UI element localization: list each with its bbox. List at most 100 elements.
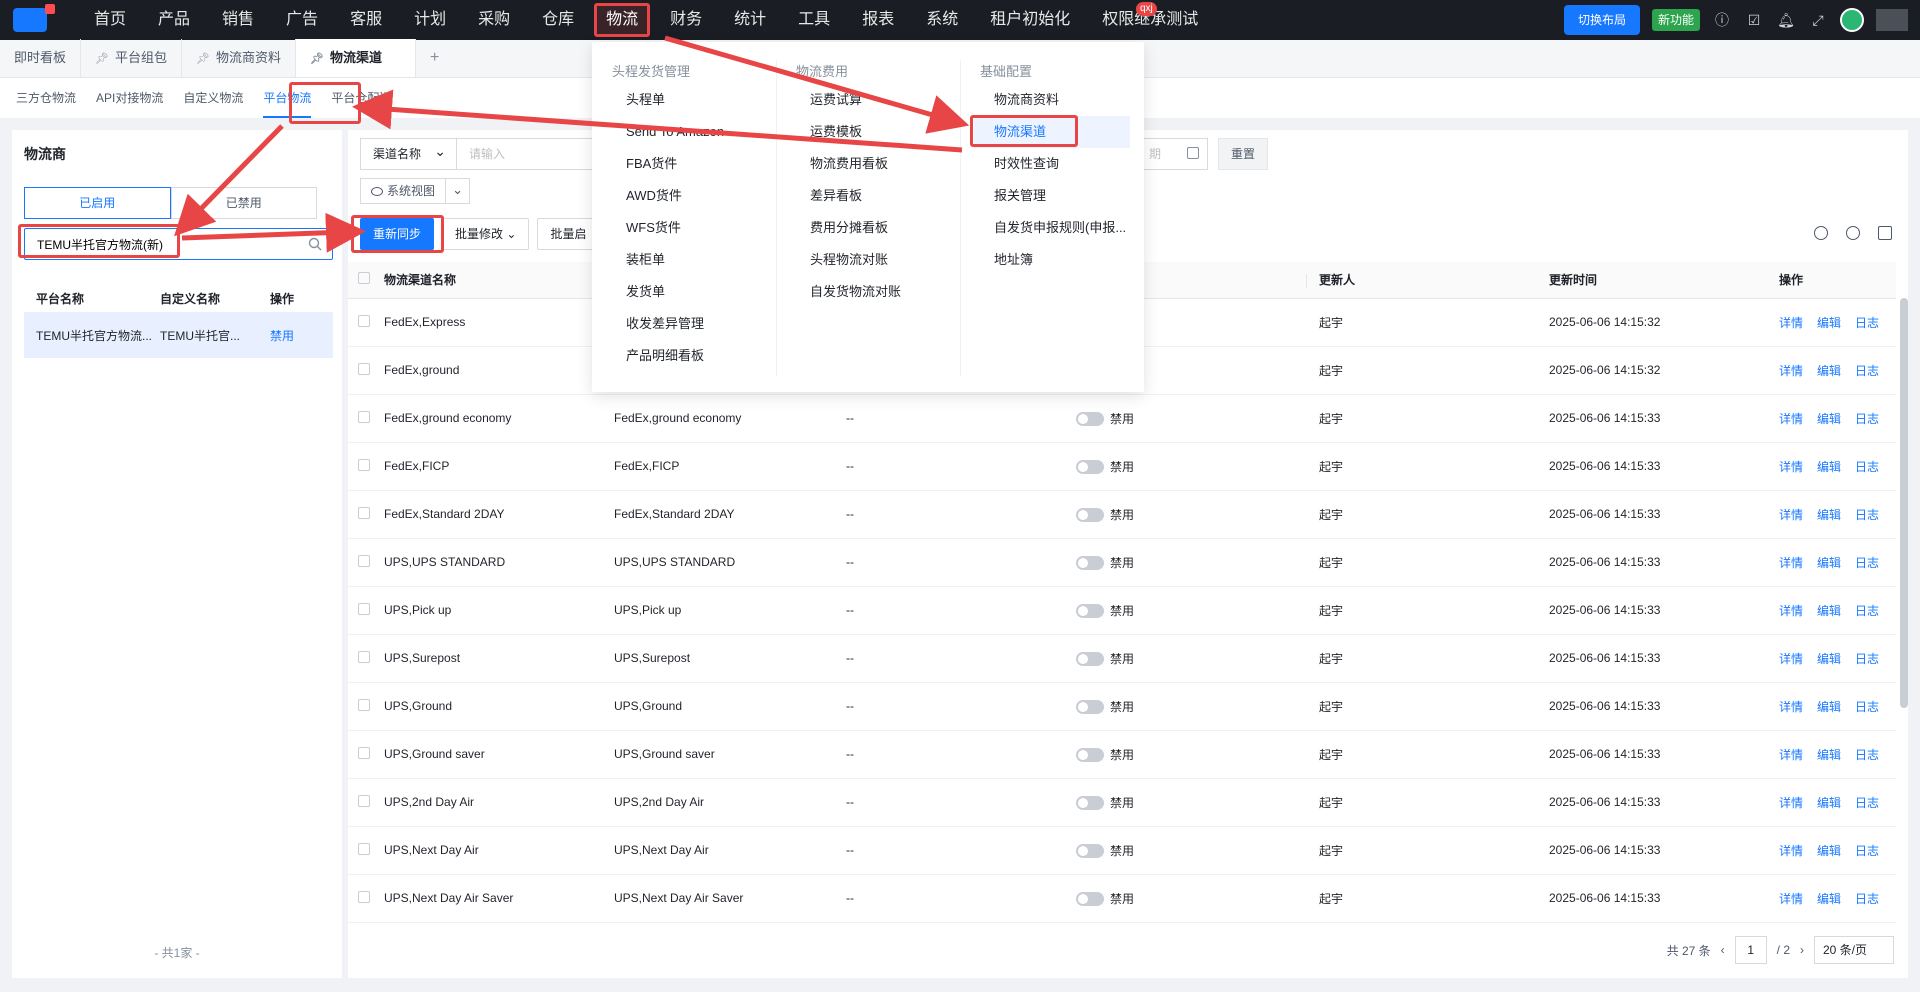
nav-item-sales[interactable]: 销售 <box>206 0 270 40</box>
menu-item-diff-mgmt[interactable]: 收发差异管理 <box>592 308 776 340</box>
edit-link[interactable]: 编辑 <box>1817 748 1841 762</box>
disable-link[interactable]: 禁用 <box>264 327 324 344</box>
row-checkbox[interactable] <box>358 698 370 711</box>
nav-item-plan[interactable]: 计划 <box>398 0 462 40</box>
log-link[interactable]: 日志 <box>1855 412 1879 426</box>
nav-item-tools[interactable]: 工具 <box>782 0 846 40</box>
row-checkbox[interactable] <box>358 554 370 567</box>
pin-icon[interactable]: 📌︎ <box>95 53 109 65</box>
nav-item-purchase[interactable]: 采购 <box>462 0 526 40</box>
menu-item-customs[interactable]: 报关管理 <box>960 180 1144 212</box>
row-checkbox[interactable] <box>358 890 370 903</box>
nav-item-service[interactable]: 客服 <box>334 0 398 40</box>
log-link[interactable]: 日志 <box>1855 892 1879 906</box>
edit-link[interactable]: 编辑 <box>1817 844 1841 858</box>
book-icon[interactable] <box>1878 226 1892 240</box>
menu-item-first-leg-recon[interactable]: 头程物流对账 <box>776 244 960 276</box>
detail-link[interactable]: 详情 <box>1779 508 1803 522</box>
edit-link[interactable]: 编辑 <box>1817 892 1841 906</box>
menu-item-address-book[interactable]: 地址簿 <box>960 244 1144 276</box>
refresh-icon[interactable] <box>1814 226 1828 240</box>
row-checkbox[interactable] <box>358 458 370 471</box>
app-logo[interactable] <box>0 0 60 40</box>
detail-link[interactable]: 详情 <box>1779 796 1803 810</box>
nav-item-product[interactable]: 产品 <box>142 0 206 40</box>
row-checkbox[interactable] <box>358 506 370 519</box>
menu-item-awd[interactable]: AWD货件 <box>592 180 776 212</box>
menu-item-diff-board[interactable]: 差异看板 <box>776 180 960 212</box>
status-toggle[interactable] <box>1076 412 1104 427</box>
menu-item-self-ship-recon[interactable]: 自发货物流对账 <box>776 276 960 308</box>
log-link[interactable]: 日志 <box>1855 748 1879 762</box>
nav-item-finance[interactable]: 财务 <box>654 0 718 40</box>
detail-link[interactable]: 详情 <box>1779 460 1803 474</box>
menu-item-timeliness[interactable]: 时效性查询 <box>960 148 1144 180</box>
detail-link[interactable]: 详情 <box>1779 556 1803 570</box>
menu-item-declare-rules[interactable]: 自发货申报规则(申报... <box>960 212 1144 244</box>
pin-icon[interactable]: 📌︎ <box>310 53 324 65</box>
nav-item-stats[interactable]: 统计 <box>718 0 782 40</box>
menu-item-first-leg[interactable]: 头程单 <box>592 84 776 116</box>
chevron-down-icon[interactable]: ⌄ <box>446 178 471 204</box>
nav-item-reports[interactable]: 报表 <box>846 0 910 40</box>
new-feature-badge[interactable]: 新功能 <box>1651 9 1700 31</box>
edit-link[interactable]: 编辑 <box>1817 652 1841 666</box>
table-row[interactable]: UPS,Ground saver UPS,Ground saver -- 禁用 起宇 20… <box>348 730 1896 779</box>
log-link[interactable]: 日志 <box>1855 508 1879 522</box>
search-icon[interactable] <box>308 237 322 251</box>
table-row[interactable]: FedEx,Standard 2DAY FedEx,Standard 2DAY --… <box>348 490 1896 539</box>
row-checkbox[interactable] <box>358 410 370 423</box>
menu-item-carrier-info[interactable]: 物流商资料 <box>960 84 1144 116</box>
help-icon[interactable]: ⓘ <box>1712 10 1732 30</box>
nav-item-tenant-init[interactable]: 租户初始化 <box>974 0 1086 40</box>
switch-layout-button[interactable]: 切换布局 <box>1563 5 1640 35</box>
nav-item-home[interactable]: 首页 <box>78 0 142 40</box>
bell-icon[interactable]: 🔔︎ <box>1776 10 1796 30</box>
settings-icon[interactable] <box>1846 226 1860 240</box>
detail-link[interactable]: 详情 <box>1779 844 1803 858</box>
fullscreen-icon[interactable]: ⤢ <box>1808 10 1828 30</box>
nav-item-ads[interactable]: 广告 <box>270 0 334 40</box>
detail-link[interactable]: 详情 <box>1779 412 1803 426</box>
detail-link[interactable]: 详情 <box>1779 892 1803 906</box>
pin-icon[interactable]: 📌︎ <box>196 53 210 65</box>
edit-link[interactable]: 编辑 <box>1817 700 1841 714</box>
table-row[interactable]: UPS,2nd Day Air UPS,2nd Day Air -- 禁用 起宇 2025… <box>348 778 1896 827</box>
detail-link[interactable]: 详情 <box>1779 364 1803 378</box>
channel-field-select[interactable]: 渠道名称 <box>360 136 456 170</box>
tab-platform-pack[interactable]: 📌︎ 平台组包 <box>81 39 182 77</box>
edit-link[interactable]: 编辑 <box>1817 796 1841 810</box>
edit-link[interactable]: 编辑 <box>1817 604 1841 618</box>
log-link[interactable]: 日志 <box>1855 604 1879 618</box>
log-link[interactable]: 日志 <box>1855 316 1879 330</box>
prev-page-icon[interactable]: ‹ <box>1721 943 1725 957</box>
seg-enabled[interactable]: 已启用 <box>24 187 171 219</box>
system-view-button[interactable]: 系统视图 <box>360 178 447 204</box>
menu-item-allocation-board[interactable]: 费用分摊看板 <box>776 212 960 244</box>
edit-link[interactable]: 编辑 <box>1817 556 1841 570</box>
status-toggle[interactable] <box>1076 556 1104 571</box>
status-toggle[interactable] <box>1076 460 1104 475</box>
tab-carrier-info[interactable]: 📌︎ 物流商资料 <box>182 39 296 77</box>
menu-item-logistics-channel[interactable]: 物流渠道 <box>970 115 1130 148</box>
status-toggle[interactable] <box>1076 604 1104 619</box>
row-checkbox[interactable] <box>358 746 370 759</box>
task-icon[interactable]: ☑ <box>1744 10 1764 30</box>
table-row[interactable]: FedEx,ground economy FedEx,ground economy… <box>348 394 1896 443</box>
user-name[interactable] <box>1876 9 1908 31</box>
table-row[interactable]: UPS,Next Day Air UPS,Next Day Air -- 禁用 起宇 20… <box>348 826 1896 875</box>
nav-item-warehouse[interactable]: 仓库 <box>526 0 590 40</box>
edit-link[interactable]: 编辑 <box>1817 364 1841 378</box>
page-input[interactable]: 1 <box>1734 936 1767 964</box>
menu-item-fba[interactable]: FBA货件 <box>592 148 776 180</box>
table-row[interactable]: UPS,Next Day Air Saver UPS,Next Day Air S… <box>348 874 1896 923</box>
page-size-select[interactable]: 20 条/页 <box>1814 936 1894 964</box>
table-row[interactable]: UPS,UPS STANDARD UPS,UPS STANDARD -- 禁用 起宇 20… <box>348 538 1896 587</box>
table-row[interactable]: UPS,Ground UPS,Ground -- 禁用 起宇 2025-06-06 14:… <box>348 682 1896 731</box>
add-tab-icon[interactable]: + <box>416 39 453 77</box>
avatar[interactable] <box>1840 8 1864 32</box>
seg-disabled[interactable]: 已禁用 <box>170 187 317 219</box>
menu-item-freight-template[interactable]: 运费模板 <box>776 116 960 148</box>
table-row[interactable]: FedEx,FICP FedEx,FICP -- 禁用 起宇 2025-06-06 14:… <box>348 442 1896 491</box>
subtab-custom[interactable]: 自定义物流 <box>173 78 253 118</box>
